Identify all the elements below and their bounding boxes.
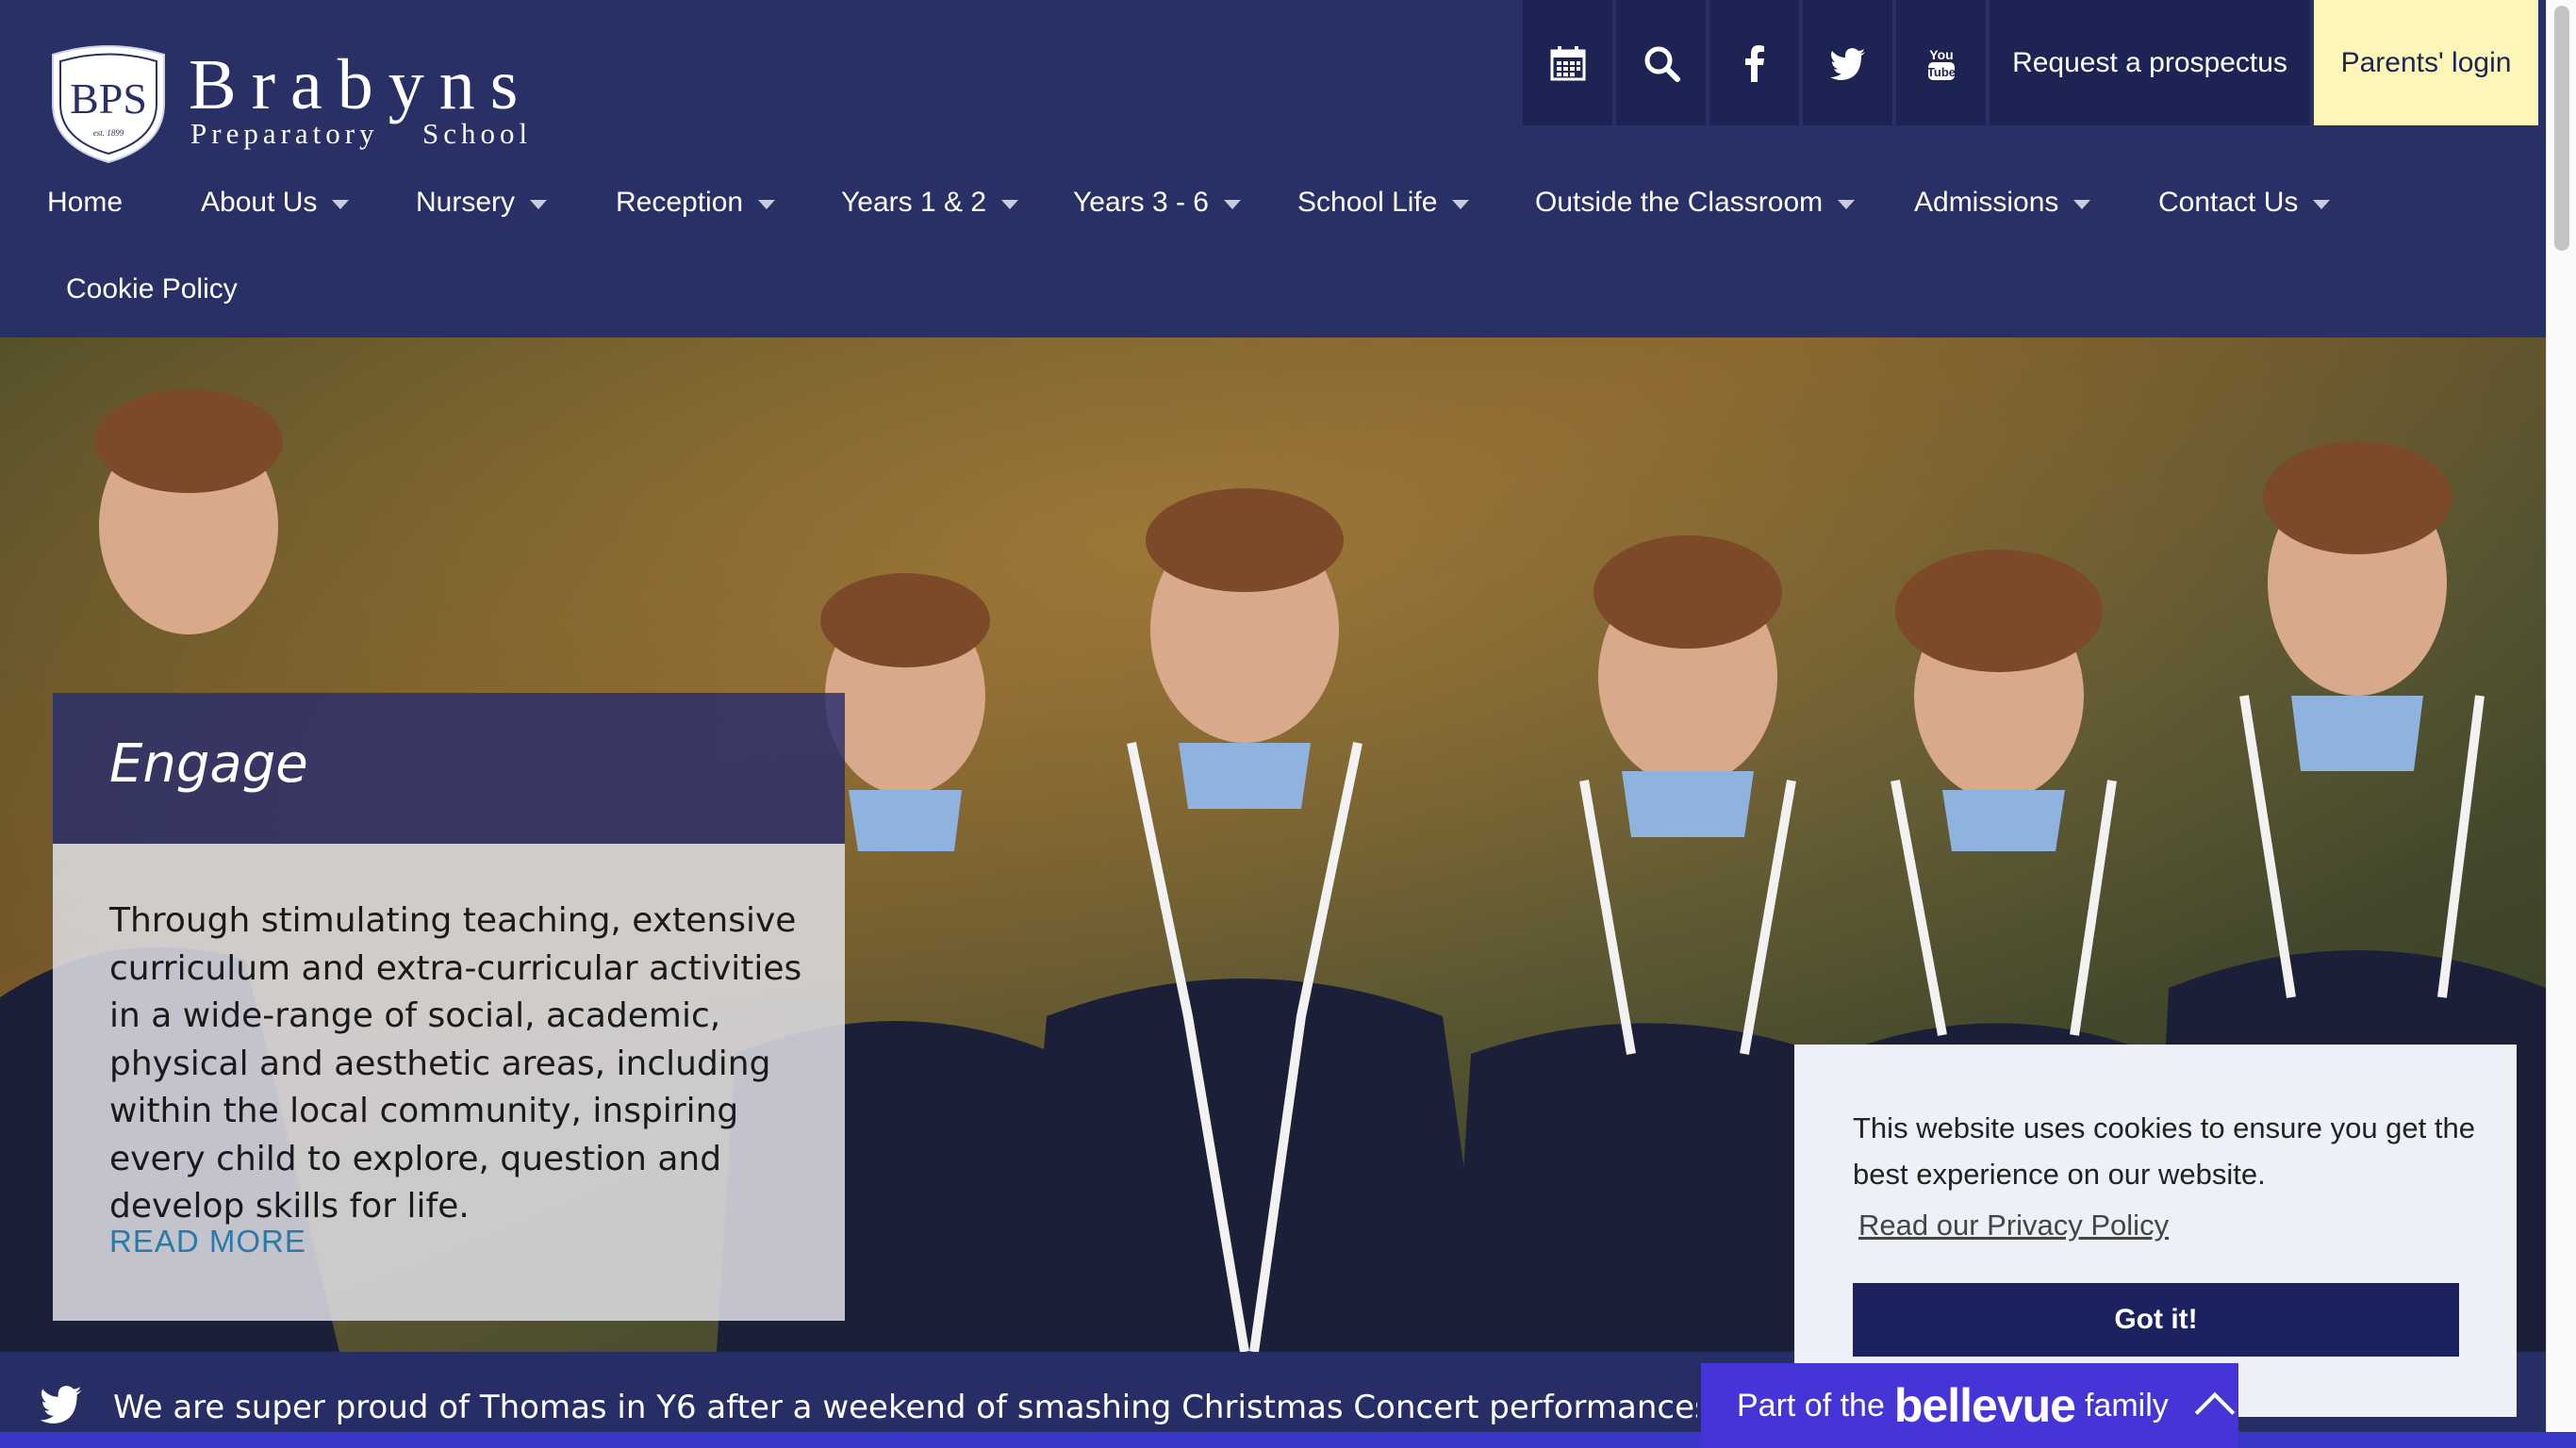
nav-label: Nursery [416,187,516,218]
site-header: BPS est. 1899 Brabyns Preparatory School… [0,0,2546,337]
nav-item-cookie-policy[interactable]: Cookie Policy [66,261,238,318]
scrollbar-thumb[interactable] [2554,6,2569,251]
svg-text:School: School [422,117,532,150]
chevron-down-icon [1838,200,1856,209]
youtube-icon[interactable]: You Tube [1896,0,1986,125]
nav-label: About Us [201,187,318,218]
page-scrollbar[interactable] [2546,0,2576,1432]
svg-text:BPS: BPS [70,74,147,123]
nav-label: Reception [616,187,744,218]
nav-item-nursery[interactable]: Nursery [416,174,548,231]
top-utility-bar: You Tube Request a prospectus Parents' lo… [1523,0,2538,125]
chevron-down-icon [332,200,350,209]
search-icon[interactable] [1616,0,1706,125]
nav-item-years-1-2[interactable]: Years 1 & 2 [841,174,1018,231]
nav-item-about-us[interactable]: About Us [201,174,350,231]
svg-text:You: You [1929,47,1953,62]
nav-item-admissions[interactable]: Admissions [1914,174,2091,231]
chevron-down-icon [530,200,548,209]
bellevue-suffix: family [2084,1387,2169,1423]
tweet-text[interactable]: We are super proud of Thomas in Y6 after… [113,1389,1697,1426]
cookie-consent-banner: This website uses cookies to ensure you … [1794,1045,2517,1417]
calendar-icon[interactable] [1523,0,1612,125]
chevron-down-icon [758,200,776,209]
bellevue-prefix: Part of the [1737,1387,1885,1423]
nav-item-reception[interactable]: Reception [616,174,776,231]
nav-item-home[interactable]: Home [47,174,123,231]
nav-label: Contact Us [2158,187,2299,218]
nav-label: Cookie Policy [66,273,238,304]
privacy-policy-link[interactable]: Read our Privacy Policy [1858,1209,2169,1242]
nav-item-outside-the-classroom[interactable]: Outside the Classroom [1535,174,1856,231]
chevron-down-icon [1223,200,1241,209]
svg-text:Tube: Tube [1926,65,1955,79]
nav-item-years-3-6[interactable]: Years 3 - 6 [1073,174,1241,231]
bellevue-logo: bellevue [1893,1379,2076,1432]
twitter-icon[interactable] [38,1386,83,1423]
read-more-link[interactable]: READ MORE [109,1224,306,1259]
request-prospectus-button[interactable]: Request a prospectus [1990,0,2310,125]
svg-text:Brabyns: Brabyns [189,45,533,124]
chevron-down-icon [2313,200,2331,209]
chevron-down-icon [1452,200,1470,209]
svg-text:Preparatory: Preparatory [190,117,379,150]
facebook-icon[interactable] [1709,0,1799,125]
svg-text:est. 1899: est. 1899 [93,128,124,138]
nav-item-contact-us[interactable]: Contact Us [2158,174,2331,231]
nav-label: Admissions [1914,187,2059,218]
cookie-accept-button[interactable]: Got it! [1853,1283,2459,1357]
nav-label: Home [47,187,124,218]
chevron-down-icon [1001,200,1018,209]
twitter-icon[interactable] [1803,0,1892,125]
chevron-down-icon [2073,200,2091,209]
parents-login-button[interactable]: Parents' login [2314,0,2538,125]
cookie-message: This website uses cookies to ensure you … [1853,1111,2475,1191]
nav-item-school-life[interactable]: School Life [1297,174,1470,231]
engage-title: Engage [109,733,308,795]
nav-label: Outside the Classroom [1535,187,1824,218]
nav-label: Years 1 & 2 [841,187,986,218]
engage-description: Through stimulating teaching, extensive … [109,901,802,1226]
bellevue-family-bar[interactable]: Part of the bellevue family [1701,1363,2238,1448]
chevron-up-icon[interactable] [2194,1391,2235,1433]
school-logo[interactable]: BPS est. 1899 Brabyns Preparatory School [47,38,556,165]
nav-label: School Life [1297,187,1438,218]
nav-label: Years 3 - 6 [1073,187,1209,218]
